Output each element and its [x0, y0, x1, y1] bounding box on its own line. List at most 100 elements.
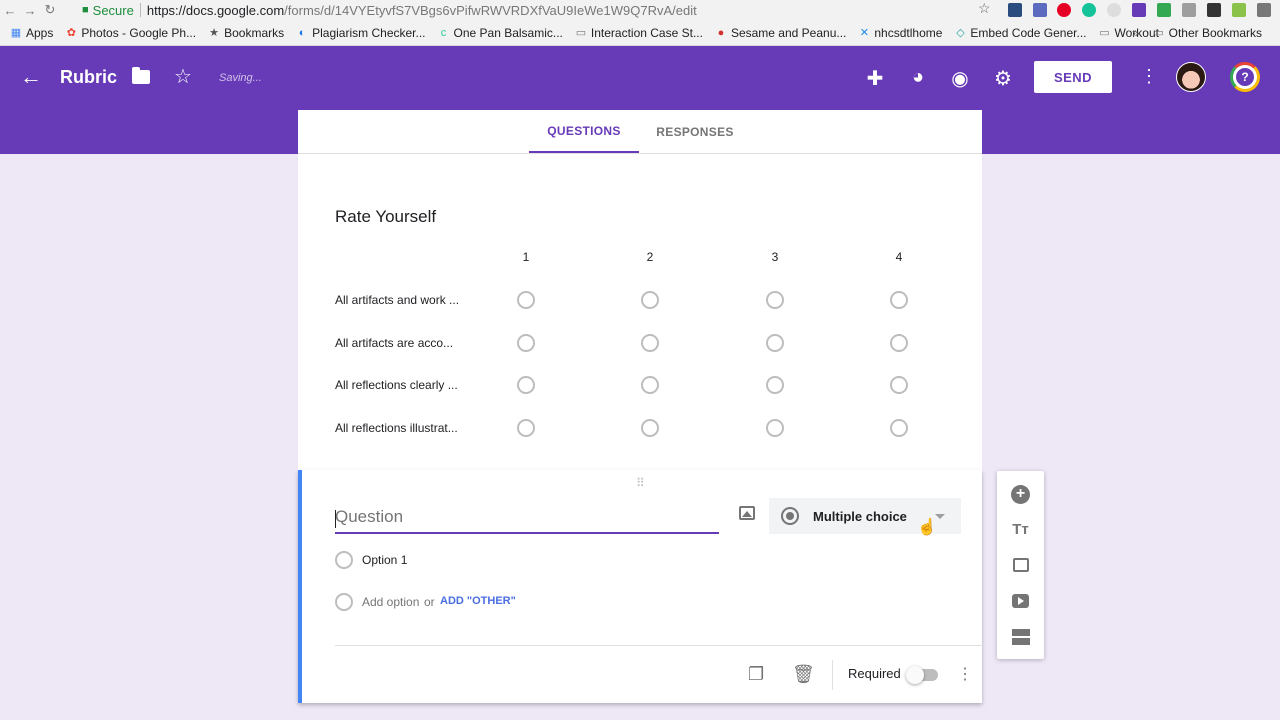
bookmark-label: One Pan Balsamic...	[453, 25, 563, 40]
duplicate-icon[interactable]: ❐	[748, 664, 764, 685]
text-caret	[335, 510, 336, 528]
move-to-folder-icon[interactable]	[132, 67, 150, 84]
grid-radio[interactable]	[766, 291, 784, 309]
add-question-icon[interactable]: +	[1011, 485, 1030, 504]
grid-radio[interactable]	[766, 419, 784, 437]
extension-icon[interactable]	[1008, 3, 1022, 17]
folder-icon: ▭	[1153, 27, 1164, 39]
grid-radio[interactable]	[641, 419, 659, 437]
bookmark-label: Photos - Google Ph...	[81, 25, 197, 40]
help-label: ?	[1236, 68, 1254, 86]
extension-icon[interactable]	[1033, 3, 1047, 17]
bookmark-balsamic[interactable]: c One Pan Balsamic...	[438, 26, 563, 40]
preview-eye-icon[interactable]: ◉	[948, 66, 972, 91]
bookmark-sesame[interactable]: ● Sesame and Peanu...	[715, 26, 847, 40]
grid-radio[interactable]	[890, 376, 908, 394]
add-option-link[interactable]: Add option	[362, 595, 419, 609]
grid-radio[interactable]	[517, 376, 535, 394]
active-question-card[interactable]: ⠿ Multiple choice Option 1 Add option or…	[298, 470, 983, 703]
bookmark-embed[interactable]: ◇ Embed Code Gener...	[954, 26, 1086, 40]
drag-handle-icon[interactable]: ⠿	[636, 476, 646, 490]
grid-radio[interactable]	[517, 334, 535, 352]
add-ons-puzzle-icon[interactable]: ✚	[863, 66, 887, 91]
lock-icon: ■	[82, 4, 89, 16]
form-title[interactable]: Rubric	[60, 67, 117, 88]
bookmark-label: Embed Code Gener...	[970, 25, 1087, 40]
extension-icon[interactable]	[1107, 3, 1121, 17]
add-option-radio	[335, 593, 353, 611]
extension-icon[interactable]	[1182, 3, 1196, 17]
add-image-icon[interactable]	[739, 506, 755, 520]
more-options-icon[interactable]: ⋮	[957, 664, 973, 684]
qr-code-icon[interactable]	[1207, 3, 1221, 17]
question-type-label: Multiple choice	[813, 508, 907, 524]
grid-radio[interactable]	[766, 334, 784, 352]
star-icon[interactable]: ☆	[174, 64, 192, 89]
back-arrow-icon[interactable]: ←	[20, 64, 42, 90]
grid-radio[interactable]	[641, 376, 659, 394]
folder-icon: ▭	[575, 26, 587, 39]
other-bookmarks[interactable]: ▭ Other Bookmarks	[1153, 26, 1262, 40]
grid-radio[interactable]	[890, 291, 908, 309]
grid-radio[interactable]	[641, 291, 659, 309]
avatar[interactable]	[1176, 62, 1206, 92]
menu-icon[interactable]	[1257, 3, 1271, 17]
form-tabs: QUESTIONS RESPONSES	[298, 110, 982, 154]
add-section-icon[interactable]	[1012, 629, 1030, 645]
bookmarks-bar: ▦ Apps ✿ Photos - Google Ph... ★ Bookmarks …	[0, 20, 1280, 46]
add-video-icon[interactable]	[1012, 594, 1029, 608]
bookmarks-right: » ▭ Other Bookmarks	[1132, 20, 1274, 46]
required-label: Required	[848, 666, 901, 681]
bookmark-star-icon[interactable]: ☆	[978, 0, 991, 17]
secure-label: Secure	[92, 2, 134, 18]
extension-icon[interactable]	[1232, 3, 1246, 17]
send-button[interactable]: SEND	[1034, 61, 1112, 93]
add-image-icon[interactable]	[1013, 558, 1029, 572]
grid-radio[interactable]	[641, 334, 659, 352]
grid-radio[interactable]	[517, 419, 535, 437]
bookmark-nhcsdtlhome[interactable]: ✕ nhcsdtlhome	[858, 26, 943, 40]
palette-icon[interactable]: ◕	[906, 66, 930, 89]
grid-question-title: Rate Yourself	[335, 207, 437, 226]
option-label[interactable]: Option 1	[362, 553, 407, 567]
pinterest-icon[interactable]	[1057, 3, 1071, 17]
browser-back-icon[interactable]: ←	[0, 3, 20, 18]
extension-icon[interactable]	[1132, 3, 1146, 17]
grid-radio[interactable]	[766, 376, 784, 394]
grammarly-icon[interactable]	[1082, 3, 1096, 17]
grid-radio[interactable]	[890, 334, 908, 352]
tab-responses[interactable]: RESPONSES	[639, 110, 751, 153]
grid-column-header: 1	[522, 250, 530, 264]
star-icon: ★	[209, 26, 220, 39]
add-title-text-icon[interactable]: Tт	[1011, 520, 1030, 539]
bookmark-interaction[interactable]: ▭ Interaction Case St...	[575, 26, 703, 40]
url-host[interactable]: https://docs.google.com	[147, 3, 284, 18]
browser-forward-icon[interactable]: →	[20, 3, 40, 18]
photos-icon: ✿	[66, 26, 76, 39]
grid-radio[interactable]	[517, 291, 535, 309]
settings-gear-icon[interactable]: ⚙	[991, 66, 1015, 91]
more-options-icon[interactable]: ⋮	[1140, 66, 1158, 87]
hand-cursor-icon: ☝	[917, 519, 937, 536]
saving-status: Saving...	[219, 72, 262, 84]
url-path[interactable]: /forms/d/14VYEtyvfS7VBgs6vPifwRWVRDXfVaU…	[284, 3, 697, 18]
bookmark-apps[interactable]: ▦ Apps	[10, 26, 54, 40]
bookmark-label: Interaction Case St...	[590, 25, 703, 40]
grid-column-header: 2	[646, 250, 654, 264]
grid-radio[interactable]	[890, 419, 908, 437]
bookmarks-overflow[interactable]: »	[1132, 26, 1139, 40]
bookmark-label: Plagiarism Checker...	[312, 25, 426, 40]
browser-address-bar: ← → ↻ ■ Secure https://docs.google.com /…	[0, 0, 1280, 20]
bookmark-photos[interactable]: ✿ Photos - Google Ph...	[65, 26, 196, 40]
bookmark-plagiarism[interactable]: ◐ Plagiarism Checker...	[296, 25, 426, 40]
bookmark-bookmarks[interactable]: ★ Bookmarks	[208, 26, 284, 40]
help-icon[interactable]: ?	[1230, 62, 1260, 92]
add-other-link[interactable]: ADD "OTHER"	[440, 595, 516, 607]
browser-reload-icon[interactable]: ↻	[40, 2, 60, 18]
required-toggle[interactable]	[906, 666, 938, 684]
delete-trash-icon[interactable]: 🗑	[792, 664, 815, 685]
grid-question-card[interactable]: Rate Yourself 1 2 3 4 All artifacts and …	[298, 154, 982, 470]
cast-icon[interactable]	[1157, 3, 1171, 17]
tab-questions[interactable]: QUESTIONS	[529, 110, 639, 153]
question-title-input[interactable]	[335, 504, 719, 534]
